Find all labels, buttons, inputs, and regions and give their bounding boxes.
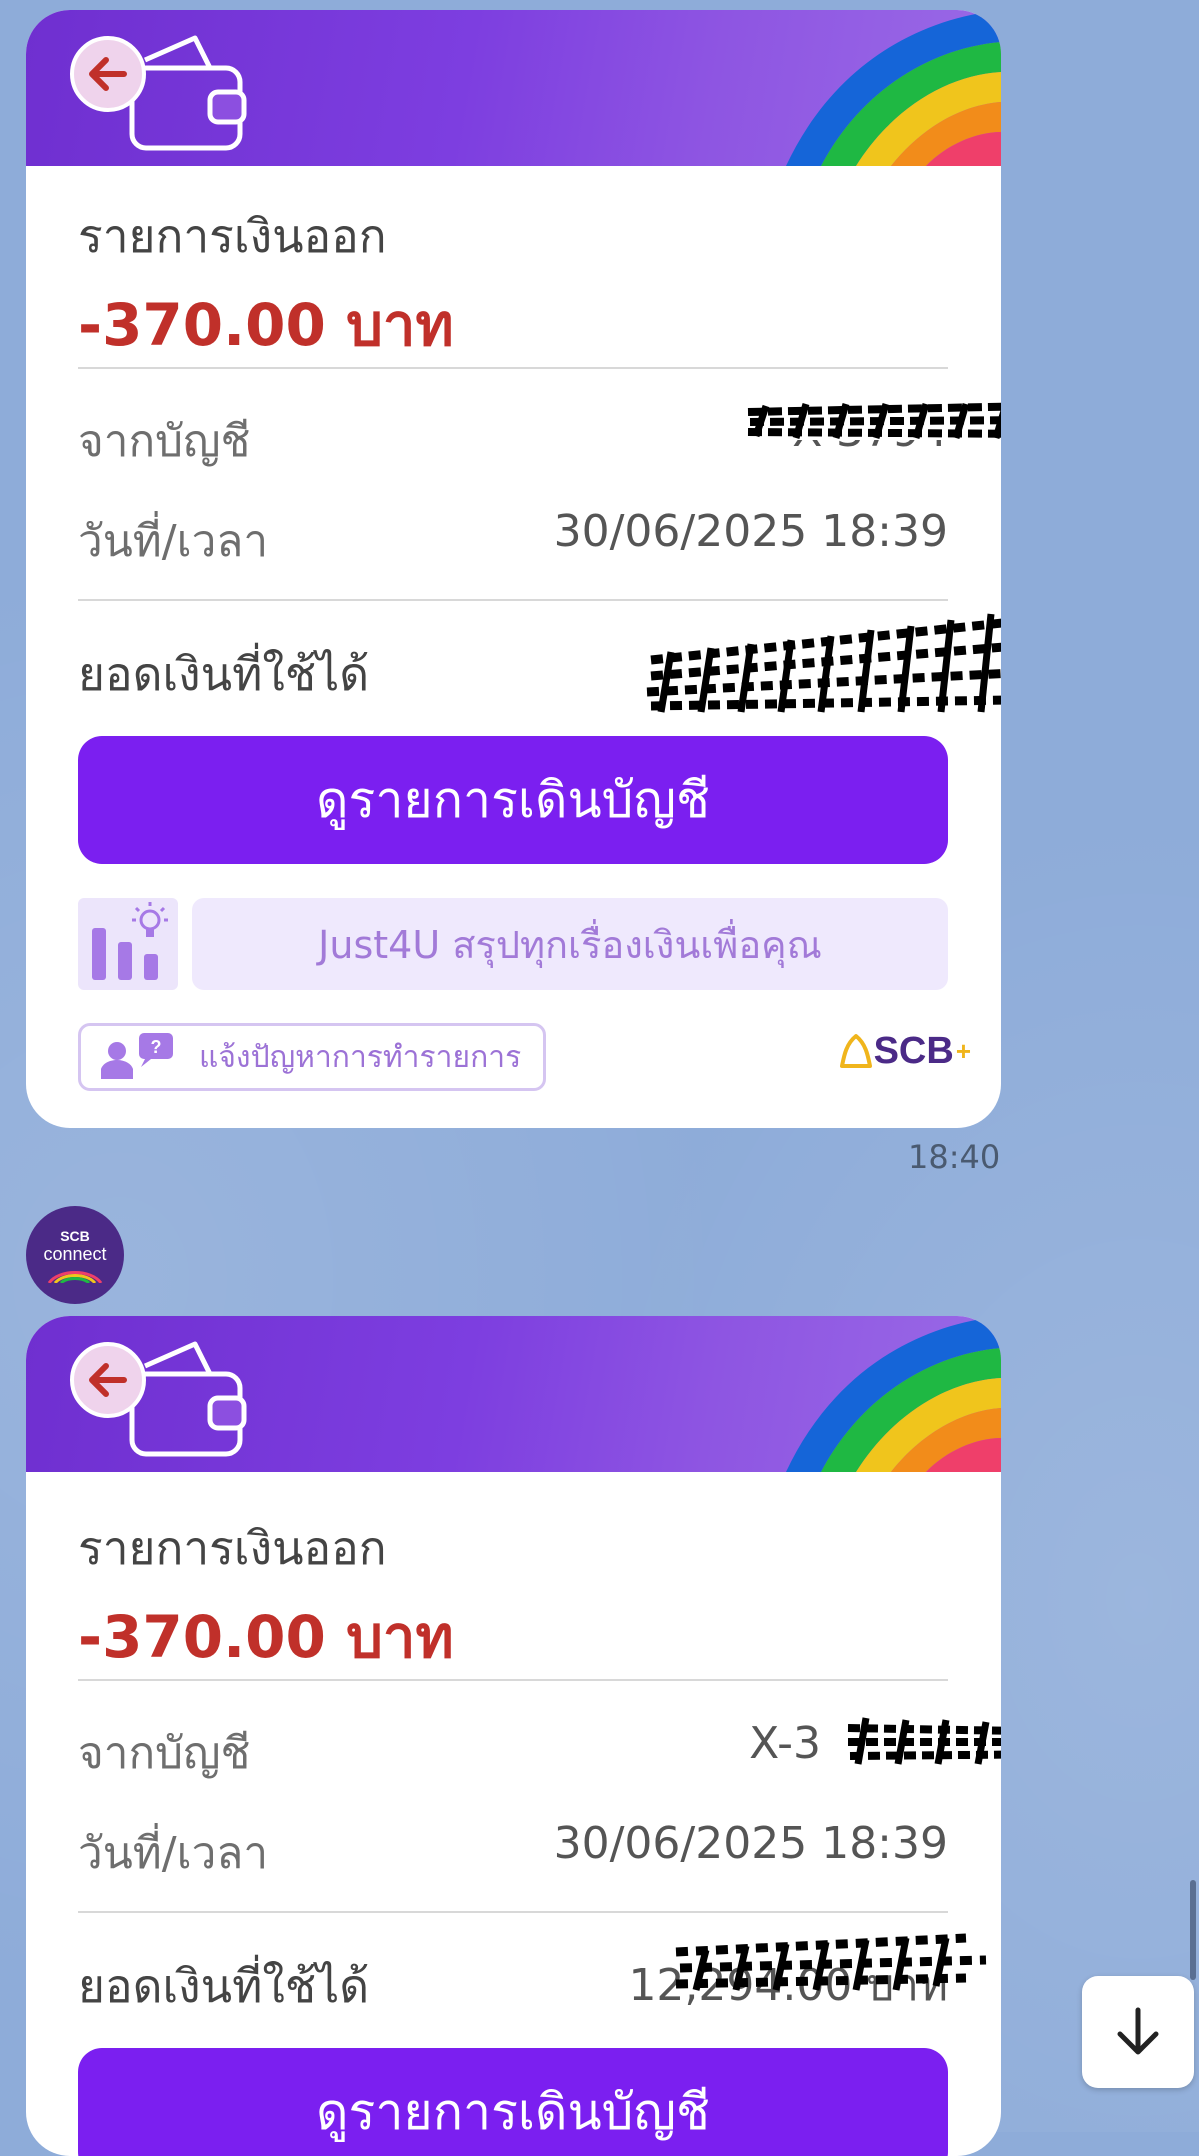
redaction-scribble (835, 1716, 1001, 1765)
datetime-label: วันที่/เวลา (78, 1828, 269, 1879)
scb-plus-icon: + (955, 1036, 971, 1066)
arrow-down-icon (1117, 2007, 1159, 2055)
report-problem-label: แจ้งปัญหาการทำรายการ (199, 1039, 522, 1075)
wallet-back-icon[interactable] (70, 1326, 260, 1466)
scb-logo: SCB + (838, 1030, 971, 1073)
avatar-line1: SCB (60, 1227, 90, 1244)
wallet-back-icon[interactable] (70, 20, 260, 160)
divider (78, 367, 948, 369)
scb-logo-text: SCB (873, 1030, 954, 1072)
available-balance-label: ยอดเงินที่ใช้ได้ (78, 647, 370, 701)
available-balance-label: ยอดเงินที่ใช้ได้ (78, 1959, 370, 2013)
scroll-to-bottom-button[interactable] (1082, 1976, 1194, 2088)
divider (78, 1911, 948, 1913)
transaction-title: รายการเงินออก (78, 1521, 387, 1575)
transaction-title: รายการเงินออก (78, 209, 387, 263)
redaction-scribble (675, 1933, 987, 1991)
rainbow-decoration (786, 10, 1001, 166)
sender-avatar[interactable]: SCB connect (26, 1206, 124, 1304)
transaction-amount: -370.00 บาท (78, 291, 454, 359)
datetime-label: วันที่/เวลา (78, 516, 269, 567)
rainbow-decoration (786, 1316, 1001, 1472)
divider (78, 1679, 948, 1681)
just4u-banner[interactable]: Just4U สรุปทุกเรื่องเงินเพื่อคุณ (192, 898, 948, 990)
scrollbar-thumb[interactable] (1190, 1880, 1196, 1980)
from-account-label: จากบัญชี (78, 1728, 251, 1779)
from-account-label: จากบัญชี (78, 416, 251, 467)
view-statement-button[interactable]: ดูรายการเดินบัญชี (78, 2048, 948, 2156)
message-time: 18:40 (908, 1138, 1001, 1176)
svg-text:?: ? (151, 1037, 162, 1057)
transaction-amount: -370.00 บาท (78, 1603, 454, 1671)
redaction-scribble (626, 602, 1001, 718)
datetime-value: 30/06/2025 18:39 (553, 1818, 948, 1869)
view-statement-button[interactable]: ดูรายการเดินบัญชี (78, 736, 948, 864)
report-problem-button[interactable]: ? แจ้งปัญหาการทำรายการ (78, 1023, 546, 1091)
scb-bell-icon (839, 1033, 872, 1068)
support-chat-icon: ? (101, 1033, 173, 1079)
card-banner (26, 1316, 1001, 1472)
avatar-line2: connect (43, 1243, 107, 1264)
redaction-scribble (737, 402, 1001, 440)
card-banner (26, 10, 1001, 166)
transaction-card: รายการเงินออก -370.00 บาท จากบัญชี X-379… (26, 10, 1001, 1128)
from-account-value: X-3 (749, 1718, 821, 1769)
insight-chart-icon[interactable] (78, 898, 178, 990)
datetime-value: 30/06/2025 18:39 (553, 506, 948, 557)
avatar-rainbow (47, 1270, 103, 1283)
transaction-card: รายการเงินออก -370.00 บาท จากบัญชี X-3 ว… (26, 1316, 1001, 2156)
